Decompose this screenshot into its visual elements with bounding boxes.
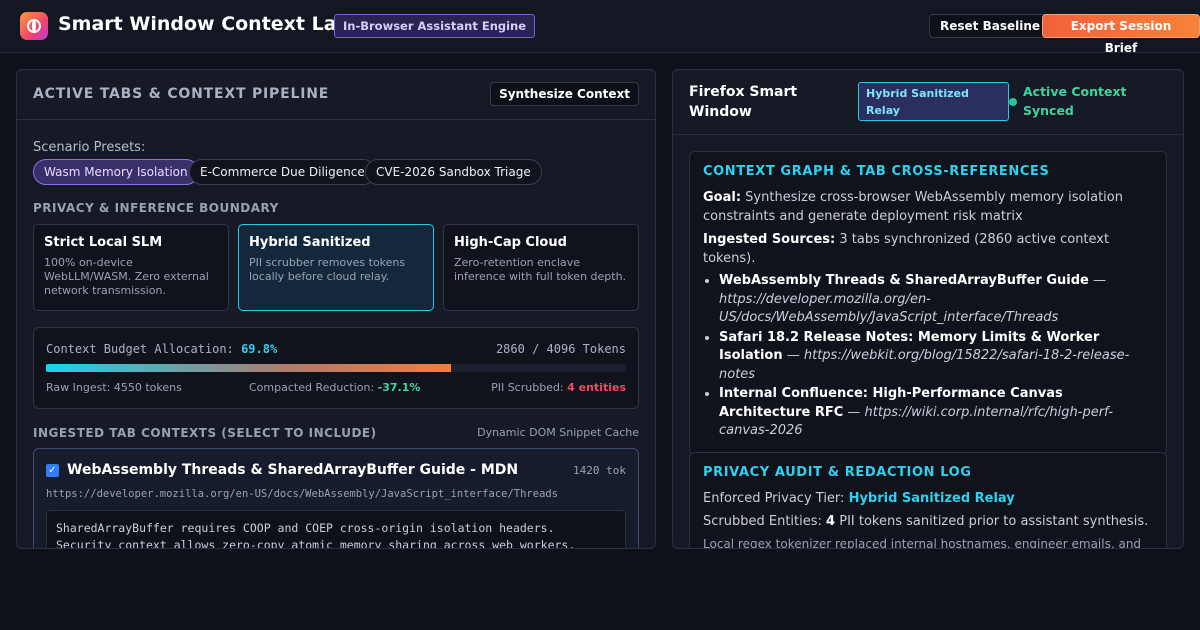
pii-scrubbed-stat: PII Scrubbed: 4 entities (491, 381, 626, 394)
preset-cve-sandbox-triage[interactable]: CVE-2026 Sandbox Triage (365, 159, 542, 185)
privacy-boundary-label: PRIVACY & INFERENCE BOUNDARY (33, 201, 279, 215)
list-item: WebAssembly Threads & SharedArrayBuffer … (719, 272, 1153, 328)
tier-description: 100% on-device WebLLM/WASM. Zero externa… (44, 256, 209, 297)
source-link[interactable]: https://developer.mozilla.org/en-US/docs… (719, 292, 1058, 326)
enforced-tier: Enforced Privacy Tier: Hybrid Sanitized … (703, 491, 1015, 506)
list-item: Safari 18.2 Release Notes: Memory Limits… (719, 329, 1153, 385)
include-tab-checkbox[interactable]: ✓ (46, 464, 59, 477)
app-title: Smart Window Context Lab (58, 13, 351, 35)
context-graph-card: CONTEXT GRAPH & TAB CROSS-REFERENCES Goa… (689, 151, 1167, 455)
reset-baseline-button[interactable]: Reset Baseline (929, 14, 1052, 38)
budget-tokens: 2860 / 4096 Tokens (495, 342, 626, 356)
tier-description: PII scrubber removes tokens locally befo… (249, 256, 406, 283)
tier-name: Hybrid Sanitized (249, 235, 371, 250)
sync-status: Active Context Synced (1023, 84, 1127, 118)
sources-summary: Ingested Sources: 3 tabs synchronized (2… (703, 232, 1110, 266)
goal-text: Goal: Synthesize cross-browser WebAssemb… (703, 190, 1123, 224)
synthesize-context-button[interactable]: Synthesize Context (490, 82, 639, 106)
tier-name: High-Cap Cloud (454, 235, 567, 250)
pipeline-title: ACTIVE TABS & CONTEXT PIPELINE (33, 86, 330, 102)
budget-progress-bar (46, 364, 626, 372)
list-item: Internal Confluence: High-Performance Ca… (719, 385, 1153, 441)
smart-window-header: Firefox Smart Window Hybrid Sanitized Re… (673, 70, 1183, 135)
smart-window-panel: Firefox Smart Window Hybrid Sanitized Re… (672, 69, 1184, 549)
tab-context-card[interactable]: ✓ WebAssembly Threads & SharedArrayBuffe… (33, 448, 639, 548)
pipeline-header: ACTIVE TABS & CONTEXT PIPELINE Synthesiz… (17, 70, 655, 120)
engine-badge: In-Browser Assistant Engine (334, 14, 536, 38)
tab-snippet: SharedArrayBuffer requires COOP and COEP… (46, 510, 626, 548)
ingested-tabs-label: INGESTED TAB CONTEXTS (SELECT TO INCLUDE… (33, 426, 377, 440)
top-bar: Smart Window Context Lab In-Browser Assi… (0, 0, 1200, 55)
source-list: WebAssembly Threads & SharedArrayBuffer … (703, 272, 1153, 441)
context-graph-title: CONTEXT GRAPH & TAB CROSS-REFERENCES (703, 164, 1050, 179)
scrubbed-entities: Scrubbed Entities: 4 PII tokens sanitize… (703, 514, 1149, 529)
tab-token-count: 1420 tok (573, 464, 626, 477)
tier-description: Zero-retention enclave inference with fu… (454, 256, 627, 283)
tab-url: https://developer.mozilla.org/en-US/docs… (46, 488, 559, 500)
firefox-logo-icon (20, 12, 48, 40)
tier-high-cap-cloud[interactable]: High-Cap Cloud Zero-retention enclave in… (443, 224, 639, 311)
budget-progress-fill (46, 364, 451, 372)
budget-label: Context Budget Allocation: 69.8% (46, 342, 278, 356)
tier-name: Strict Local SLM (44, 235, 163, 250)
export-session-brief-button[interactable]: Export Session Brief (1042, 14, 1200, 55)
privacy-audit-card: PRIVACY AUDIT & REDACTION LOG Enforced P… (689, 452, 1167, 549)
context-budget-card: Context Budget Allocation: 69.8% 2860 / … (33, 327, 639, 409)
budget-percent: 69.8% (241, 342, 278, 356)
scenario-presets-label: Scenario Presets: (33, 140, 146, 155)
tab-title: WebAssembly Threads & SharedArrayBuffer … (67, 462, 519, 478)
context-pipeline-panel: ACTIVE TABS & CONTEXT PIPELINE Synthesiz… (16, 69, 656, 549)
compacted-reduction-stat: Compacted Reduction: -37.1% (249, 381, 421, 394)
tier-hybrid-sanitized[interactable]: Hybrid Sanitized PII scrubber removes to… (238, 224, 434, 311)
relay-badge: Hybrid Sanitized Relay (858, 82, 1009, 121)
sync-status-dot-icon (1009, 98, 1017, 106)
preset-wasm-memory-isolation[interactable]: Wasm Memory Isolation (33, 159, 199, 185)
privacy-audit-title: PRIVACY AUDIT & REDACTION LOG (703, 465, 972, 480)
redaction-log-line: Local regex tokenizer replaced internal … (703, 537, 1142, 549)
preset-ecommerce-due-diligence[interactable]: E-Commerce Due Diligence (189, 159, 376, 185)
smart-window-title: Firefox Smart Window (689, 84, 798, 120)
tier-strict-local[interactable]: Strict Local SLM 100% on-device WebLLM/W… (33, 224, 229, 311)
raw-ingest-stat: Raw Ingest: 4550 tokens (46, 381, 182, 394)
dom-snippet-cache-label: Dynamic DOM Snippet Cache (477, 426, 639, 439)
